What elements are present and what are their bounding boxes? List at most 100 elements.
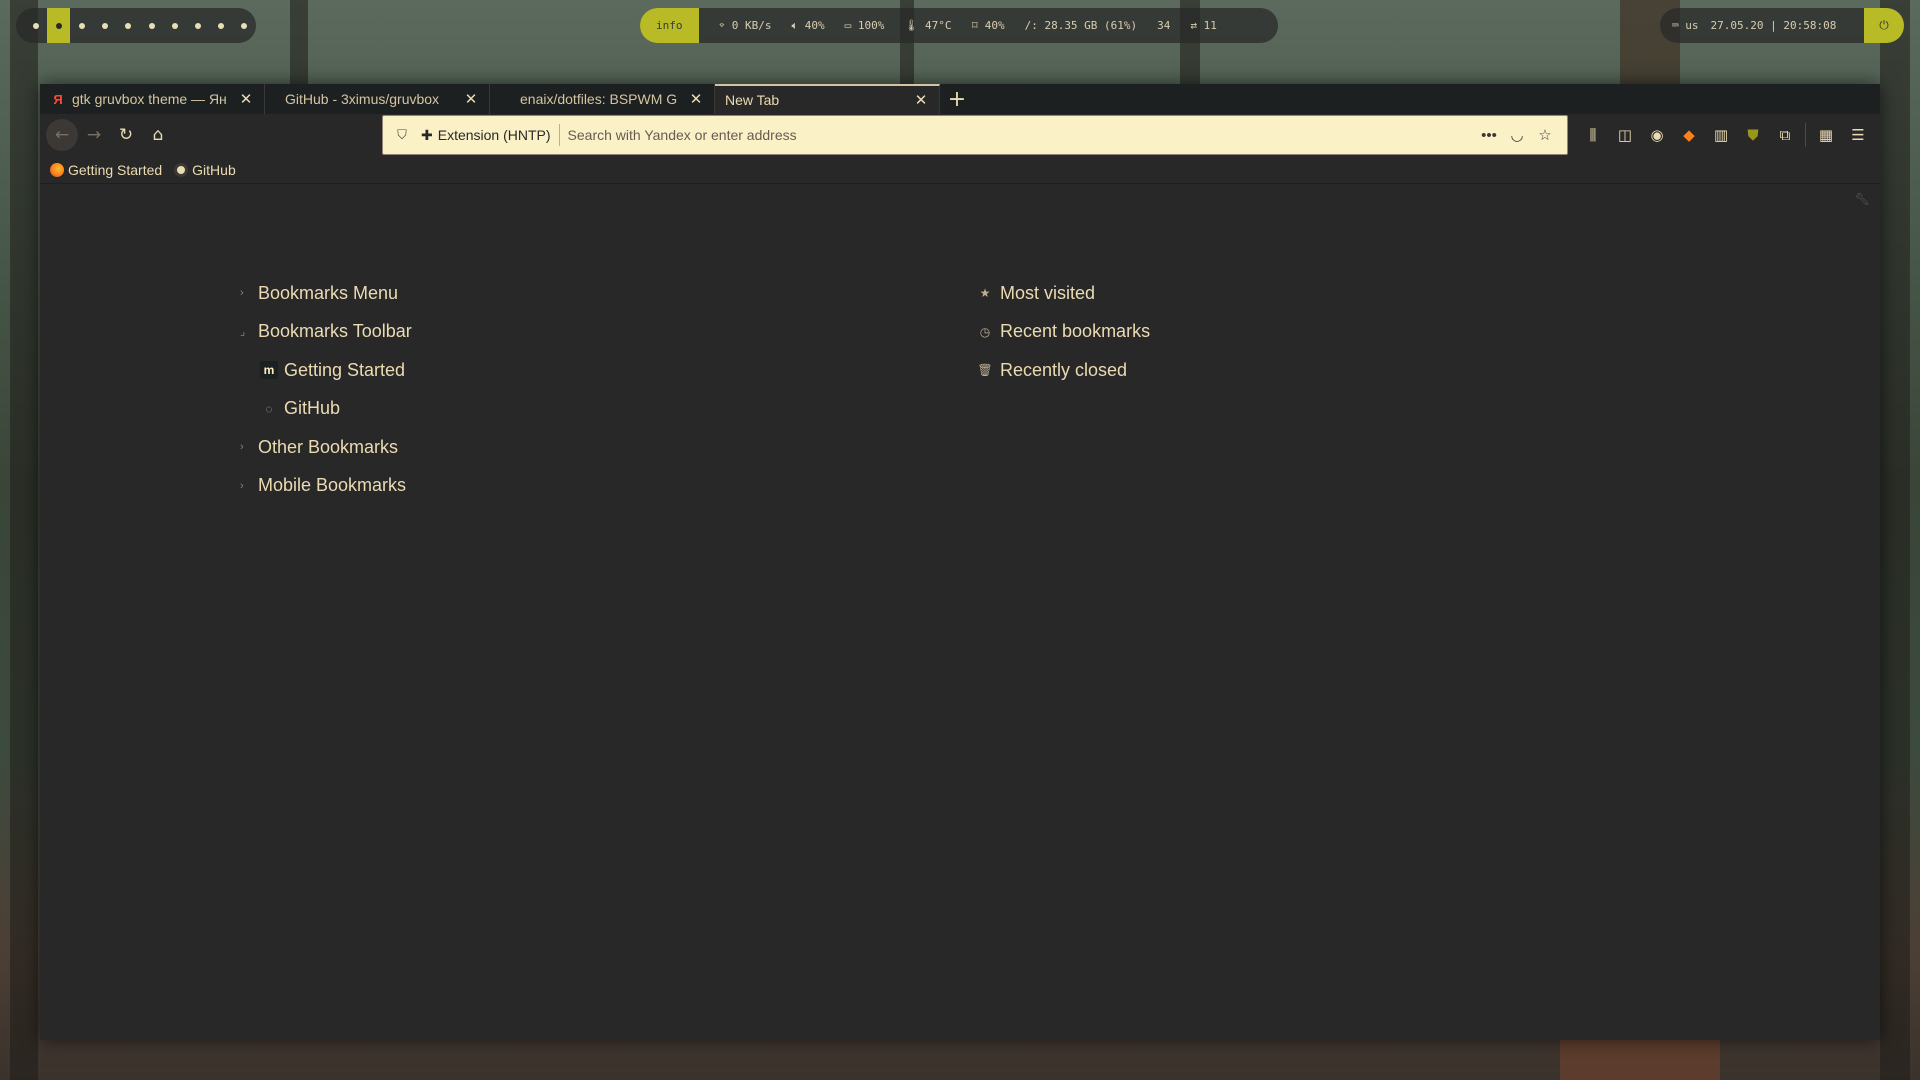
arrow-right-icon: → — [86, 125, 102, 145]
keyboard-layout[interactable]: ⌨ us — [1672, 19, 1699, 32]
tab-github-gruvbox[interactable]: GitHub - 3ximus/gruvbox ✕ — [265, 84, 490, 114]
github-icon: ◌ — [265, 401, 273, 416]
close-icon[interactable]: ✕ — [688, 90, 704, 108]
address-bar[interactable]: ⛉ ✚ Extension (HNTP) Search with Yandex … — [382, 115, 1568, 155]
folder-label: Other Bookmarks — [258, 436, 399, 457]
home-button[interactable]: ⌂ — [142, 119, 174, 151]
bookmark-github-item[interactable]: ◌ GitHub — [240, 390, 412, 429]
reload-button[interactable]: ↻ — [110, 119, 142, 151]
bookmarks-tree: › Bookmarks Menu ⌟ Bookmarks Toolbar m G… — [240, 274, 412, 505]
wallpaper-tree — [290, 0, 308, 90]
clock-icon: ◷ — [979, 324, 991, 339]
close-icon[interactable]: ✕ — [463, 90, 479, 108]
section-recent-bookmarks[interactable]: ◷ Recent bookmarks — [976, 313, 1150, 352]
battery-value: 100% — [857, 19, 885, 32]
network-speed: ⌔ 0 KB/s — [719, 19, 772, 32]
wrench-icon[interactable]: 🔧︎ — [1855, 192, 1870, 206]
workspace-9[interactable] — [210, 8, 233, 43]
account-icon[interactable]: ◉ — [1641, 119, 1673, 151]
swap-icon: ⇄ — [1190, 19, 1198, 32]
reader-icon[interactable]: ▥ — [1705, 119, 1737, 151]
close-icon[interactable]: ✕ — [913, 91, 929, 109]
wifi-icon: ⌔ — [718, 19, 726, 32]
volume[interactable]: 🔈︎ 40% — [792, 19, 825, 33]
section-label: Most visited — [1000, 282, 1096, 303]
volume-icon: 🔈︎ — [791, 18, 799, 32]
shield-icon[interactable]: ⛉ — [391, 127, 413, 143]
bookmark-github[interactable]: GitHub — [174, 162, 236, 178]
workspace-3[interactable] — [70, 8, 93, 43]
github-icon — [174, 162, 189, 177]
workspace-8[interactable] — [186, 8, 209, 43]
workspace-7[interactable] — [163, 8, 186, 43]
extension-fox-icon[interactable]: ◆ — [1673, 119, 1705, 151]
menu-icon[interactable]: ☰ — [1842, 119, 1874, 151]
network-speed-value: 0 KB/s — [731, 19, 772, 32]
swap: ⇄ 11 — [1190, 19, 1217, 32]
folder-bookmarks-menu[interactable]: › Bookmarks Menu — [240, 274, 412, 313]
folder-bookmarks-toolbar[interactable]: ⌟ Bookmarks Toolbar — [240, 313, 412, 352]
workspace-5[interactable] — [117, 8, 140, 43]
cpu: ⌑ 40% — [971, 19, 1004, 32]
reload-icon: ↻ — [118, 125, 134, 145]
bookmark-getting-started-item[interactable]: m Getting Started — [240, 351, 412, 390]
close-icon[interactable]: ✕ — [238, 90, 254, 108]
section-recently-closed[interactable]: 🗑︎ Recently closed — [976, 351, 1150, 390]
system-info-bar: info ⌔ 0 KB/s 🔈︎ 40% ▭ 100% 🌡︎ 47°C ⌑ 40… — [640, 8, 1278, 43]
sidebar-icon[interactable]: ◫ — [1609, 119, 1641, 151]
wallpaper-log — [1560, 1040, 1720, 1080]
extensions-grid-icon[interactable]: ▦ — [1810, 119, 1842, 151]
workspace-2[interactable] — [47, 8, 71, 43]
new-tab-page: 🔧︎ › Bookmarks Menu ⌟ Bookmarks Toolbar … — [40, 184, 1880, 1040]
bookmark-label: GitHub — [192, 161, 236, 178]
workspace-1[interactable] — [24, 8, 47, 43]
address-input[interactable]: Search with Yandex or enter address — [560, 127, 1475, 143]
swap-value: 11 — [1203, 19, 1217, 32]
updates: 34 — [1157, 19, 1170, 32]
section-label: Recently closed — [1000, 359, 1128, 380]
new-tab-button[interactable]: + — [940, 84, 974, 114]
folder-mobile-bookmarks[interactable]: › Mobile Bookmarks — [240, 467, 412, 506]
chevron-right-icon: › — [240, 479, 244, 492]
chevron-down-icon: ⌟ — [240, 326, 246, 339]
page-actions-icon[interactable]: ••• — [1475, 127, 1503, 144]
info-label[interactable]: info — [640, 8, 699, 43]
keyboard-layout-value: us — [1685, 19, 1699, 32]
tab-new-tab[interactable]: New Tab ✕ — [715, 84, 940, 114]
bookmark-getting-started[interactable]: Getting Started — [50, 162, 162, 178]
clock-bar: ⌨ us 27.05.20 | 20:58:08 ⏻ — [1660, 8, 1904, 43]
bookmark-star-icon[interactable]: ☆ — [1531, 126, 1559, 144]
tab-enaix-dotfiles[interactable]: enaix/dotfiles: BSPWM G ✕ — [490, 84, 715, 114]
forward-button[interactable]: → — [78, 119, 110, 151]
cpu-value: 40% — [984, 19, 1005, 32]
yandex-icon: Я — [53, 91, 63, 107]
power-icon[interactable]: ⏻ — [1864, 8, 1904, 43]
updates-value: 34 — [1157, 19, 1171, 32]
section-most-visited[interactable]: ★ Most visited — [976, 274, 1150, 313]
bookmark-label: Getting Started — [284, 359, 406, 380]
battery-icon: ▭ — [844, 19, 852, 32]
tab-title: New Tab — [725, 92, 780, 108]
library-icon[interactable]: ⫼ — [1577, 119, 1609, 151]
folder-label: Mobile Bookmarks — [258, 475, 407, 496]
extension-shield-icon[interactable]: ⛊ — [1737, 119, 1769, 151]
folder-label: Bookmarks Toolbar — [258, 321, 412, 342]
workspace-4[interactable] — [94, 8, 117, 43]
workspace-6[interactable] — [140, 8, 163, 43]
folder-other-bookmarks[interactable]: › Other Bookmarks — [240, 428, 412, 467]
volume-value: 40% — [804, 18, 825, 32]
workspace-10[interactable] — [233, 8, 256, 43]
quick-sections: ★ Most visited ◷ Recent bookmarks 🗑︎ Rec… — [976, 274, 1150, 390]
battery: ▭ 100% — [845, 19, 885, 32]
plus-icon: + — [947, 86, 967, 112]
bookmark-label: Getting Started — [68, 161, 163, 178]
trash-icon: 🗑︎ — [977, 363, 993, 378]
star-icon: ★ — [979, 286, 991, 301]
temperature-value: 47°C — [924, 19, 952, 32]
pocket-icon[interactable]: ◡ — [1503, 126, 1531, 144]
tab-title: gtk gruvbox theme — Ян — [72, 91, 227, 107]
back-button[interactable]: ← — [46, 119, 78, 151]
extension-identity[interactable]: ✚ Extension (HNTP) — [413, 124, 560, 146]
screenshot-icon[interactable]: ⧉ — [1769, 119, 1801, 151]
tab-gtk-gruvbox[interactable]: Я gtk gruvbox theme — Ян ✕ — [40, 84, 265, 114]
